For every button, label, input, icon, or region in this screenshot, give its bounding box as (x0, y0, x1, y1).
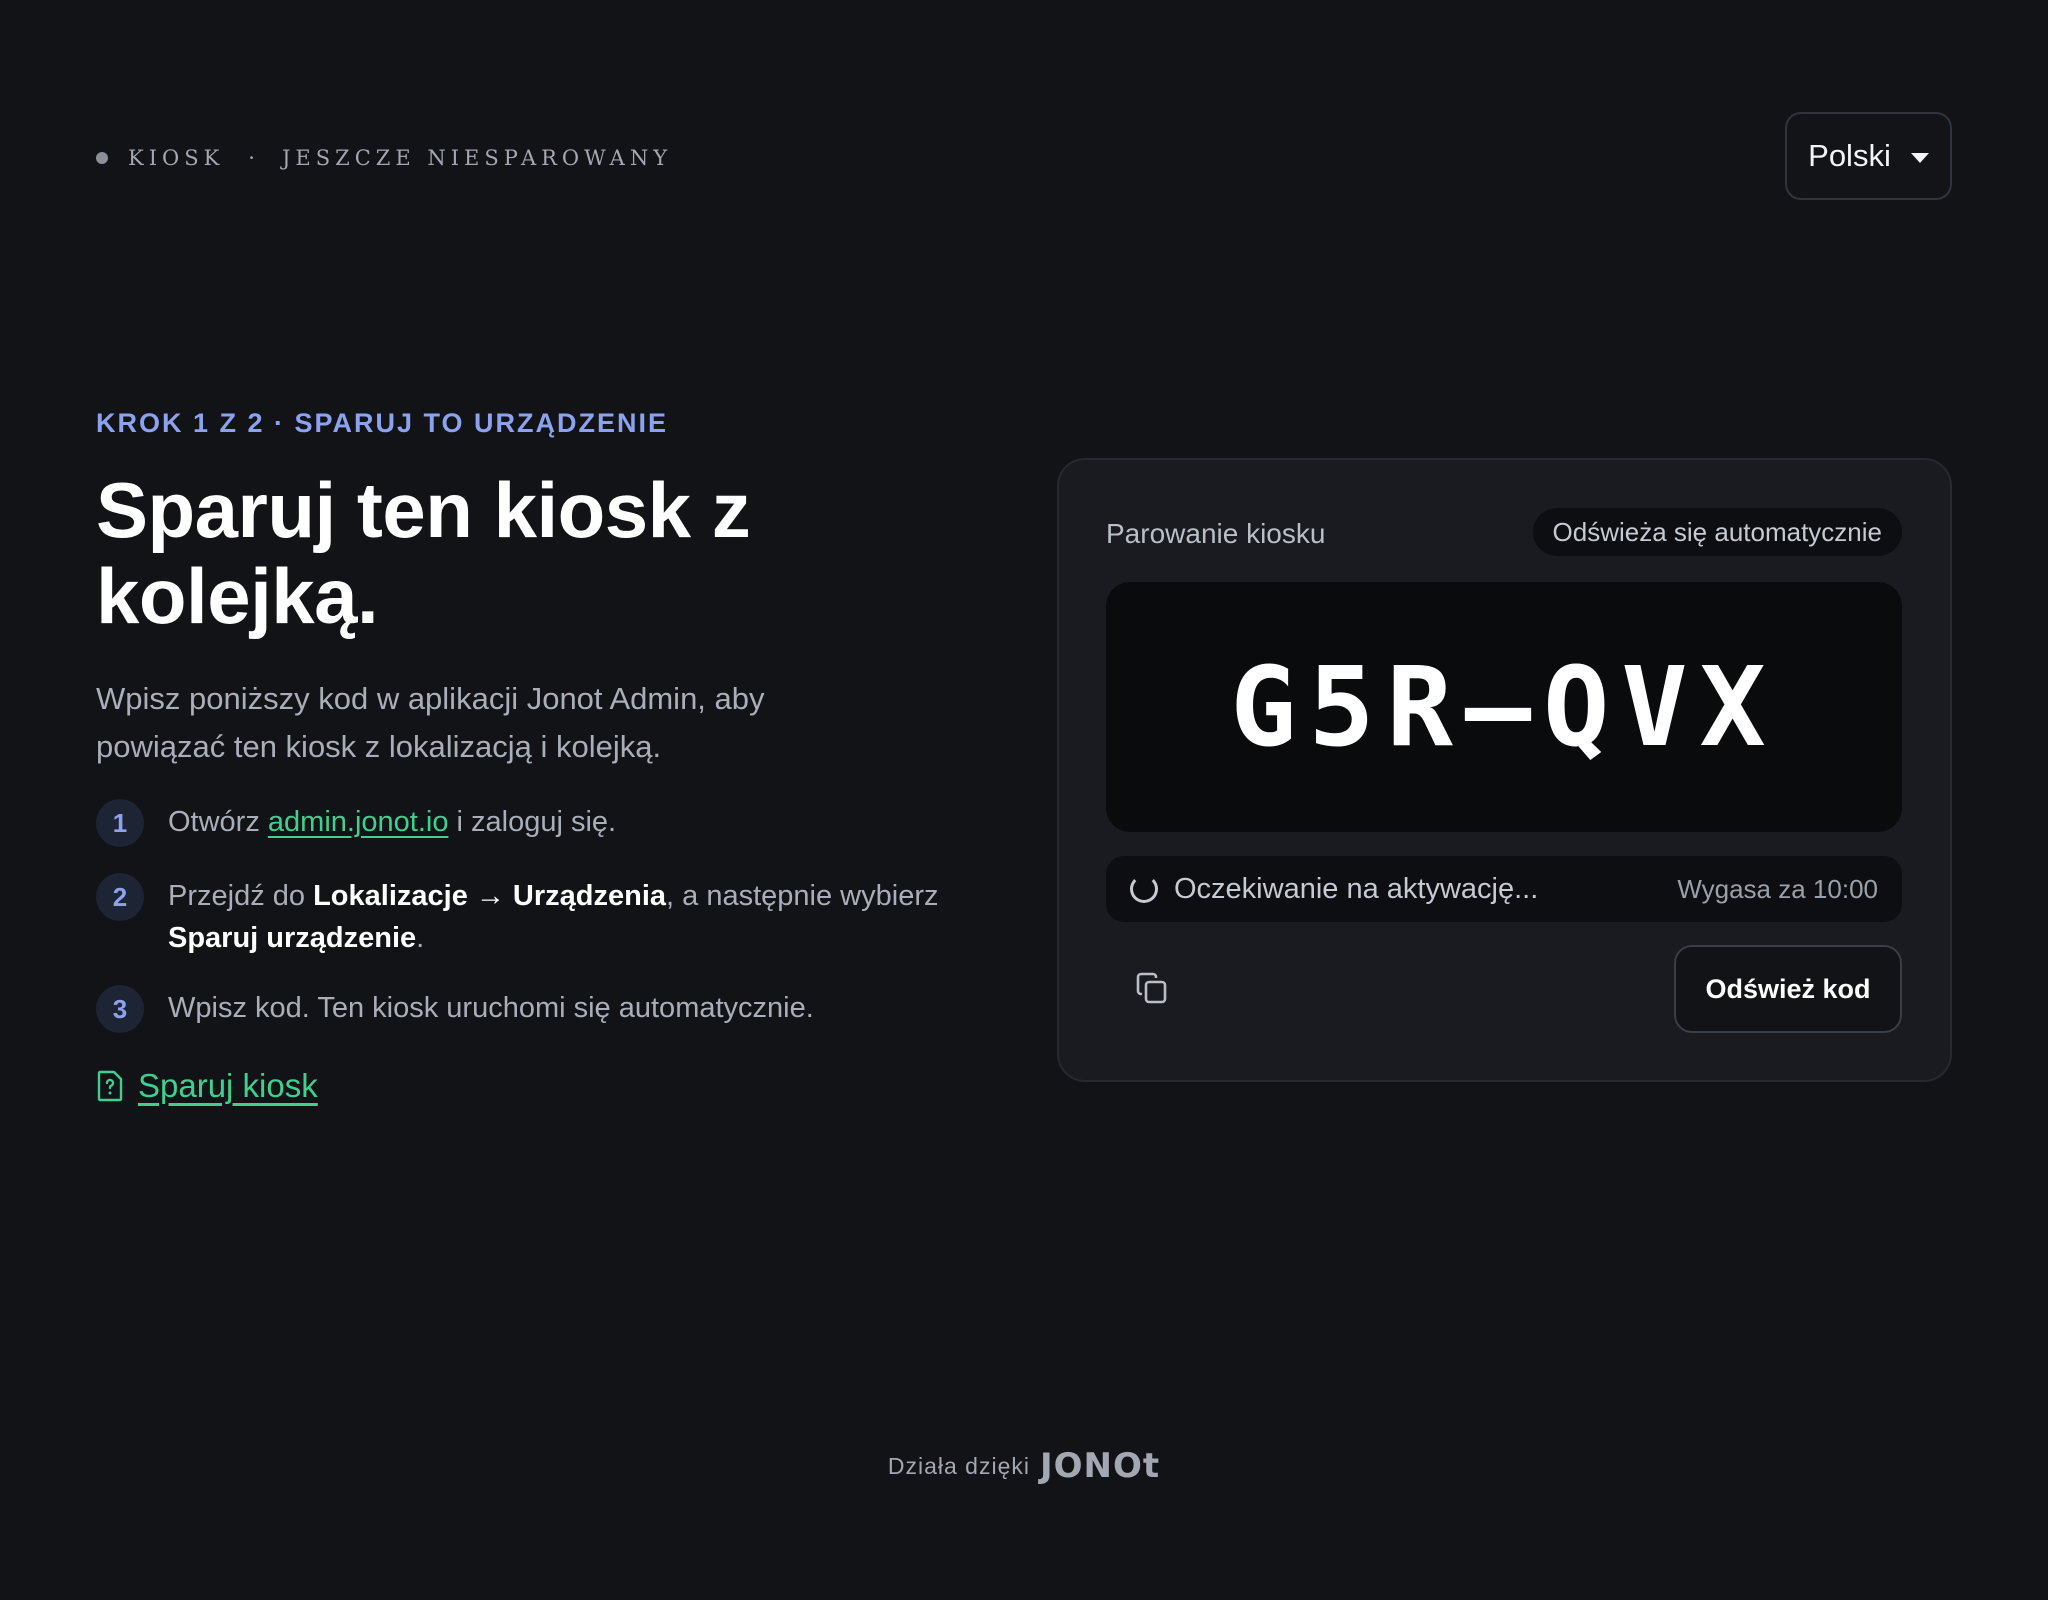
step-text: Wpisz kod. Ten kiosk uruchomi się automa… (168, 992, 814, 1024)
pairing-page: KIOSK · JESZCZE NIESPAROWANY Polski KROK… (0, 0, 2048, 1600)
auto-refresh-badge: Odświeża się automatycznie (1532, 508, 1902, 556)
help-doc-icon (97, 1070, 123, 1102)
waiting-indicator: Oczekiwanie na aktywację... (1130, 873, 1538, 906)
intro-section: KROK 1 Z 2 · SPARUJ TO URZĄDZENIE Sparuj… (96, 408, 996, 1105)
step-text: Otwórz admin.jonot.io i zaloguj się. (168, 799, 988, 843)
step-text-part: Przejdź do (168, 880, 314, 912)
language-select[interactable]: Polski (1785, 112, 1952, 200)
step-item: 2 Przejdź do Lokalizacje → Urządzenia, a… (96, 873, 996, 959)
pairing-card: Parowanie kiosku Odświeża się automatycz… (1057, 458, 1952, 1082)
brand-logo: JONOt (1039, 1446, 1161, 1486)
pairing-code: G5R–QVX (1230, 643, 1778, 771)
step-eyebrow: KROK 1 Z 2 · SPARUJ TO URZĄDZENIE (96, 408, 669, 438)
status-separator: · (248, 146, 260, 170)
kiosk-label: KIOSK (128, 146, 225, 170)
step-number: 3 (96, 985, 144, 1033)
kiosk-status: KIOSK · JESZCZE NIESPAROWANY (96, 146, 672, 170)
activation-status: Oczekiwanie na aktywację... Wygasa za 10… (1106, 856, 1902, 922)
expiry-timer: Wygasa za 10:00 (1677, 873, 1878, 904)
step-text: Przejdź do Lokalizacje → Urządzenia, a n… (168, 873, 988, 959)
copy-code-button[interactable] (1134, 970, 1174, 1010)
copy-icon (1136, 972, 1167, 1004)
help-row: Sparuj kiosk (96, 1067, 996, 1105)
language-value: Polski (1808, 138, 1891, 173)
pairing-code-box: G5R–QVX (1106, 582, 1902, 832)
steps-list: 1 Otwórz admin.jonot.io i zaloguj się. 2… (96, 799, 996, 1033)
step-text-part: i zaloguj się. (448, 806, 617, 838)
pair-status-text: JESZCZE NIESPAROWANY (281, 146, 673, 170)
menu-path: Lokalizacje → Urządzenia (313, 880, 667, 912)
step-text-part: . (416, 922, 425, 954)
footer: Działa dzięki JONOt (0, 1446, 2048, 1486)
action-name: Sparuj urządzenie (168, 922, 417, 954)
pair-kiosk-help-link[interactable]: Sparuj kiosk (138, 1067, 318, 1105)
step-text-part: Otwórz (168, 806, 268, 838)
lead-text: Wpisz poniższy kod w aplikacji Jonot Adm… (96, 681, 765, 764)
spinner-icon (1130, 875, 1158, 903)
step-number: 2 (96, 873, 144, 921)
status-dot (96, 152, 108, 164)
step-number: 1 (96, 799, 144, 847)
refresh-code-button[interactable]: Odśwież kod (1674, 945, 1902, 1033)
chevron-down-icon (1910, 153, 1929, 163)
admin-link[interactable]: admin.jonot.io (268, 806, 449, 838)
step-item: 1 Otwórz admin.jonot.io i zaloguj się. (96, 799, 996, 847)
powered-by-text: Działa dzięki (887, 1452, 1030, 1479)
waiting-text: Oczekiwanie na aktywację... (1174, 872, 1539, 905)
step-item: 3 Wpisz kod. Ten kiosk uruchomi się auto… (96, 985, 996, 1033)
step-text-part: , a następnie wybierz (666, 880, 939, 912)
page-title: Sparuj ten kiosk z kolejką. (96, 466, 751, 640)
card-label: Parowanie kiosku (1106, 518, 1326, 549)
